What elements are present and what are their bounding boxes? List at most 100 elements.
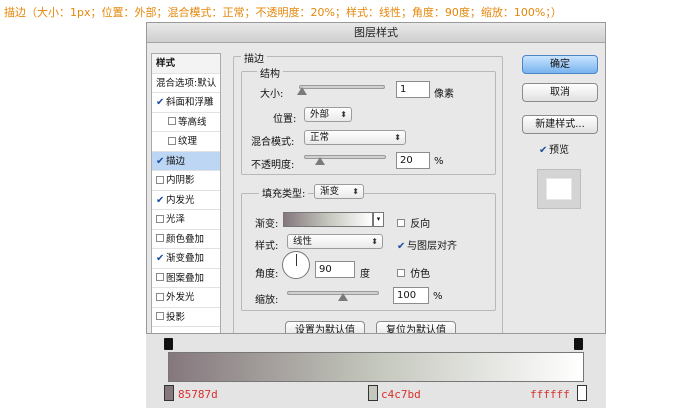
checkbox-icon[interactable] — [156, 214, 164, 223]
style-item-pattern-overlay[interactable]: 图案叠加 — [152, 269, 220, 288]
checkmark-icon[interactable]: ✔ — [539, 145, 549, 156]
opacity-stop-right[interactable] — [574, 338, 583, 350]
style-item-stroke[interactable]: ✔ 描边 — [152, 151, 220, 171]
checkbox-icon[interactable] — [156, 273, 164, 281]
preview-label: 预览 — [549, 145, 569, 156]
dither-checkbox[interactable]: 仿色 — [397, 265, 430, 280]
size-slider-thumb[interactable] — [297, 87, 307, 95]
checkbox-icon[interactable] — [397, 269, 405, 277]
checkmark-icon[interactable]: ✔ — [156, 249, 166, 268]
style-item-label: 颜色叠加 — [166, 233, 205, 245]
reverse-checkbox[interactable]: 反向 — [397, 215, 430, 230]
gradient-swatch[interactable] — [283, 212, 373, 227]
style-item-bevel-emboss[interactable]: ✔ 斜面和浮雕 — [152, 93, 220, 113]
color-stop-label-middle: c4c7bd — [381, 388, 421, 401]
gradient-dropdown[interactable]: ▾ — [373, 212, 384, 227]
style-item-label: 纹理 — [178, 136, 198, 147]
checkbox-icon[interactable] — [168, 136, 176, 145]
checkbox-icon[interactable] — [156, 175, 164, 184]
style-item-label: 内发光 — [166, 194, 195, 206]
scale-slider-thumb[interactable] — [338, 293, 348, 301]
cancel-button[interactable]: 取消 — [522, 83, 598, 102]
angle-input[interactable]: 90 — [315, 261, 355, 278]
chevron-updown-icon: ⬍ — [352, 187, 359, 196]
checkbox-icon[interactable] — [397, 219, 405, 227]
style-item-label: 内阴影 — [166, 175, 195, 186]
style-list: 样式 混合选项:默认 ✔ 斜面和浮雕 等高线 纹理 ✔ 描边 内阴影 ✔ 内发光 光泽… — [151, 53, 221, 333]
color-stop-right[interactable] — [577, 385, 587, 401]
checkmark-icon[interactable]: ✔ — [156, 152, 166, 171]
style-list-header: 样式 — [152, 54, 220, 74]
style-label: 样式: — [255, 241, 279, 252]
style-item-outer-glow[interactable]: 外发光 — [152, 288, 220, 308]
chevron-updown-icon: ⬍ — [371, 237, 378, 246]
style-item-gradient-overlay[interactable]: ✔ 渐变叠加 — [152, 249, 220, 269]
checkbox-icon[interactable] — [156, 312, 164, 320]
position-select-value: 外部 — [310, 109, 330, 120]
style-item-color-overlay[interactable]: 颜色叠加 — [152, 230, 220, 249]
fill-type-label: 填充类型: — [259, 185, 309, 200]
opacity-slider-thumb[interactable] — [315, 157, 325, 165]
style-item-inner-glow[interactable]: ✔ 内发光 — [152, 191, 220, 210]
gradient-style-select-value: 线性 — [293, 236, 313, 247]
style-item-label: 渐变叠加 — [166, 253, 205, 264]
angle-dial[interactable] — [282, 251, 310, 279]
size-label: 大小: — [260, 89, 284, 100]
chevron-updown-icon: ⬍ — [340, 110, 347, 119]
new-style-button[interactable]: 新建样式... — [522, 115, 598, 134]
checkmark-icon[interactable]: ✔ — [156, 191, 166, 210]
preview-checkbox[interactable]: ✔ 预览 — [539, 141, 569, 157]
ok-button[interactable]: 确定 — [522, 55, 598, 74]
style-item-drop-shadow[interactable]: 投影 — [152, 308, 220, 327]
preview-swatch — [537, 169, 581, 209]
reset-default-button[interactable]: 设置为默认值 — [285, 321, 365, 333]
scale-slider[interactable] — [287, 291, 379, 295]
style-item-label: 混合选项:默认 — [156, 77, 217, 89]
scale-label: 缩放: — [255, 295, 279, 306]
position-select[interactable]: 外部 ⬍ — [304, 107, 352, 122]
style-item-blend-options[interactable]: 混合选项:默认 — [152, 74, 220, 93]
opacity-unit: % — [434, 156, 444, 167]
style-item-label: 斜面和浮雕 — [166, 97, 214, 108]
dither-label: 仿色 — [410, 269, 431, 280]
checkbox-icon[interactable] — [156, 292, 164, 301]
blend-mode-select-value: 正常 — [310, 132, 330, 143]
chevron-updown-icon: ⬍ — [394, 133, 401, 142]
restore-default-button[interactable]: 复位为默认值 — [376, 321, 456, 333]
opacity-stop-left[interactable] — [164, 338, 173, 350]
gradient-style-select[interactable]: 线性 ⬍ — [287, 234, 383, 249]
gradient-preview-bar[interactable] — [168, 352, 584, 382]
dialog-title: 图层样式 — [147, 23, 605, 43]
style-item-label: 等高线 — [178, 116, 207, 128]
opacity-label: 不透明度: — [251, 160, 295, 171]
fill-type-select[interactable]: 渐变 ⬍ — [314, 184, 364, 199]
checkmark-icon[interactable]: ✔ — [156, 93, 166, 112]
size-input[interactable]: 1 — [396, 81, 430, 98]
style-item-label: 图案叠加 — [166, 272, 205, 284]
align-with-layer-label: 与图层对齐 — [407, 241, 457, 252]
checkmark-icon[interactable]: ✔ — [397, 241, 407, 252]
color-stop-left[interactable] — [164, 385, 174, 401]
blend-mode-label: 混合模式: — [251, 137, 295, 148]
structure-group-title: 结构 — [257, 65, 283, 80]
scale-input[interactable]: 100 — [393, 287, 429, 304]
color-stop-middle[interactable] — [368, 385, 378, 401]
blend-mode-select[interactable]: 正常 ⬍ — [304, 130, 406, 145]
size-slider[interactable] — [299, 85, 385, 89]
style-item-texture[interactable]: 纹理 — [152, 132, 220, 152]
checkbox-icon[interactable] — [168, 117, 176, 125]
style-item-satin[interactable]: 光泽 — [152, 210, 220, 230]
opacity-input[interactable]: 20 — [396, 152, 430, 169]
position-label: 位置: — [273, 114, 297, 125]
preview-swatch-inner — [546, 178, 572, 200]
instruction-caption: 描边（大小：1px；位置：外部；混合模式：正常；不透明度：20%；样式：线性；角… — [4, 6, 562, 19]
angle-unit: 度 — [360, 269, 370, 280]
style-item-contour[interactable]: 等高线 — [152, 113, 220, 132]
align-with-layer-checkbox[interactable]: ✔ 与图层对齐 — [397, 237, 457, 253]
style-item-label: 描边 — [166, 155, 186, 167]
fill-type-select-value: 渐变 — [320, 186, 340, 197]
style-item-inner-shadow[interactable]: 内阴影 — [152, 171, 220, 191]
angle-dial-needle — [296, 254, 297, 266]
checkbox-icon[interactable] — [156, 234, 164, 242]
style-item-label: 外发光 — [166, 292, 195, 303]
